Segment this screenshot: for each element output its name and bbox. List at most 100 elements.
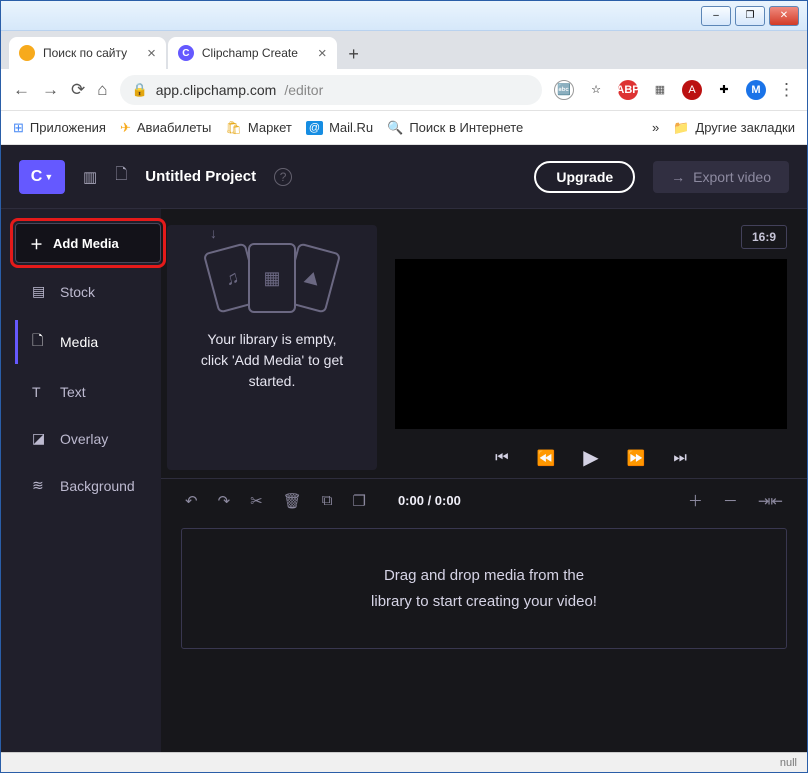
bookmarks-bar: ⊞Приложения ✈ Авиабилеты 🛍 Маркет @Mail.Ru… — [1, 111, 807, 145]
sidebar-item-overlay[interactable]: ◪ Overlay — [15, 420, 161, 457]
text-line: Your library is empty, — [201, 329, 343, 350]
export-arrow-icon: → — [671, 169, 685, 185]
mailru-icon: @ — [306, 121, 323, 135]
zoom-out-icon[interactable]: － — [723, 490, 738, 511]
tab-label: Clipchamp Create — [202, 46, 298, 60]
text-line: started. — [201, 371, 343, 392]
sidebar-item-label: Text — [60, 384, 86, 400]
add-media-button[interactable]: ＋ Add Media — [15, 223, 161, 263]
document-icon[interactable]: 🗋 — [115, 164, 127, 189]
bookmark-label: Другие закладки — [695, 120, 795, 135]
logo-menu-button[interactable]: C ▼ — [19, 160, 65, 194]
library-panel: ↓ ♫ ▦ ⛰ Your library is empty, click 'Ad… — [167, 225, 377, 470]
minimize-button[interactable]: – — [701, 6, 731, 26]
market-icon: 🛍 — [225, 120, 242, 136]
text-line: Drag and drop media from the — [216, 563, 752, 589]
undo-icon[interactable]: ↶ — [185, 492, 198, 510]
pdf-icon[interactable]: A — [682, 80, 702, 100]
translate-icon[interactable]: 🔤 — [554, 80, 574, 100]
window-titlebar: – ❐ ✕ — [1, 1, 807, 31]
other-bookmarks[interactable]: 📁 Другие закладки — [673, 120, 795, 136]
project-title[interactable]: Untitled Project — [145, 168, 256, 185]
window-frame: – ❐ ✕ Поиск по сайту × C Clipchamp Creat… — [0, 0, 808, 773]
duplicate-icon[interactable]: ❐ — [353, 492, 366, 510]
folder-icon: 📁 — [673, 120, 689, 136]
profile-avatar[interactable]: M — [746, 80, 766, 100]
sidebar-item-label: Overlay — [60, 431, 108, 447]
sidebar-item-label: Media — [60, 334, 98, 350]
url-field[interactable]: 🔒 app.clipchamp.com/editor — [120, 75, 542, 105]
export-label: Export video — [693, 169, 771, 185]
library-illustration: ↓ ♫ ▦ ⛰ — [210, 243, 334, 313]
sidebar-item-media[interactable]: 🗋Media — [15, 320, 161, 364]
sidebar-item-background[interactable]: ≋Background — [15, 467, 161, 504]
favicon-icon: C — [178, 45, 194, 61]
bookmark-star-icon[interactable]: ☆ — [586, 80, 606, 100]
reload-icon[interactable]: ⟳ — [71, 80, 85, 100]
plane-icon: ✈ — [120, 120, 131, 136]
new-tab-button[interactable]: + — [339, 39, 369, 69]
rewind-icon[interactable]: ⏪ — [537, 449, 556, 467]
layout-icon[interactable]: ▥ — [83, 168, 97, 186]
bookmark-avia[interactable]: ✈ Авиабилеты — [120, 120, 211, 136]
close-tab-icon[interactable]: × — [147, 45, 156, 62]
film-card-icon: ▦ — [248, 243, 296, 313]
zoom-in-icon[interactable]: ＋ — [688, 490, 703, 511]
skip-start-icon[interactable]: ⏮ — [495, 449, 509, 466]
export-video-button[interactable]: → Export video — [653, 161, 789, 193]
chevron-down-icon: ▼ — [44, 172, 53, 182]
upper-row: ↓ ♫ ▦ ⛰ Your library is empty, click 'Ad… — [161, 209, 807, 478]
status-text: null — [780, 757, 797, 769]
apps-shortcut[interactable]: ⊞Приложения — [13, 120, 106, 136]
address-bar: ← → ⟳ ⌂ 🔒 app.clipchamp.com/editor 🔤 ☆ A… — [1, 69, 807, 111]
close-tab-icon[interactable]: × — [318, 45, 327, 62]
overflow-menu-icon[interactable]: ⋮ — [778, 80, 795, 100]
aspect-ratio-button[interactable]: 16:9 — [741, 225, 787, 249]
copy-icon[interactable]: ⧉ — [322, 492, 333, 509]
lock-icon: 🔒 — [132, 82, 148, 98]
bookmark-mailru[interactable]: @Mail.Ru — [306, 120, 373, 135]
sidebar-item-stock[interactable]: ▤Stock — [15, 273, 161, 310]
preview-canvas[interactable] — [395, 259, 787, 429]
cut-icon[interactable]: ✂ — [250, 492, 263, 510]
sidebar-item-label: Background — [60, 478, 135, 494]
url-domain: app.clipchamp.com — [156, 82, 277, 98]
delete-icon[interactable]: 🗑 — [283, 492, 302, 510]
bookmark-websearch[interactable]: 🔍Поиск в Интернете — [387, 120, 523, 136]
extension-icon[interactable]: ▦ — [650, 80, 670, 100]
redo-icon[interactable]: ↷ — [218, 492, 231, 510]
logo-letter: C — [31, 168, 43, 186]
bookmarks-overflow-icon[interactable]: » — [652, 120, 659, 135]
bookmark-market[interactable]: 🛍 Маркет — [225, 120, 292, 136]
preview-column: 16:9 ⏮ ⏪ ▶ ⏩ ⏭ — [395, 225, 787, 470]
bookmark-label: Поиск в Интернете — [409, 120, 523, 135]
timeline-time: 0:00 / 0:00 — [398, 493, 461, 508]
library-empty-text: Your library is empty, click 'Add Media'… — [201, 329, 343, 392]
home-icon[interactable]: ⌂ — [97, 80, 107, 100]
adblock-icon[interactable]: ABP — [618, 80, 638, 100]
maximize-button[interactable]: ❐ — [735, 6, 765, 26]
fast-forward-icon[interactable]: ⏩ — [627, 449, 646, 467]
forward-icon[interactable]: → — [42, 80, 59, 100]
sidebar: ＋ Add Media ▤Stock 🗋Media TText ◪ Overlay… — [1, 209, 161, 752]
text-line: library to start creating your video! — [216, 589, 752, 615]
back-icon[interactable]: ← — [13, 80, 30, 100]
play-icon[interactable]: ▶ — [583, 445, 598, 470]
bookmark-label: Маркет — [248, 120, 292, 135]
app-viewport: C ▼ ▥ 🗋 Untitled Project ? Upgrade → Exp… — [1, 145, 807, 752]
bookmark-label: Приложения — [30, 120, 106, 135]
overlay-icon: ◪ — [32, 430, 48, 447]
skip-end-icon[interactable]: ⏭ — [673, 449, 687, 466]
extension-icon[interactable]: ✚ — [714, 80, 734, 100]
help-icon[interactable]: ? — [274, 168, 292, 186]
fit-timeline-icon[interactable]: ⇥⇤ — [758, 492, 783, 510]
timeline-toolbar: ↶ ↷ ✂ 🗑 ⧉ ❐ 0:00 / 0:00 ＋ － ⇥⇤ — [161, 478, 807, 522]
tab-clipchamp[interactable]: C Clipchamp Create × — [168, 37, 337, 69]
app-header: C ▼ ▥ 🗋 Untitled Project ? Upgrade → Exp… — [1, 145, 807, 209]
close-window-button[interactable]: ✕ — [769, 6, 799, 26]
upgrade-button[interactable]: Upgrade — [534, 161, 635, 193]
sidebar-item-text[interactable]: TText — [15, 374, 161, 410]
bookmark-label: Авиабилеты — [137, 120, 211, 135]
timeline-dropzone[interactable]: Drag and drop media from the library to … — [181, 528, 787, 649]
tab-search-site[interactable]: Поиск по сайту × — [9, 37, 166, 69]
